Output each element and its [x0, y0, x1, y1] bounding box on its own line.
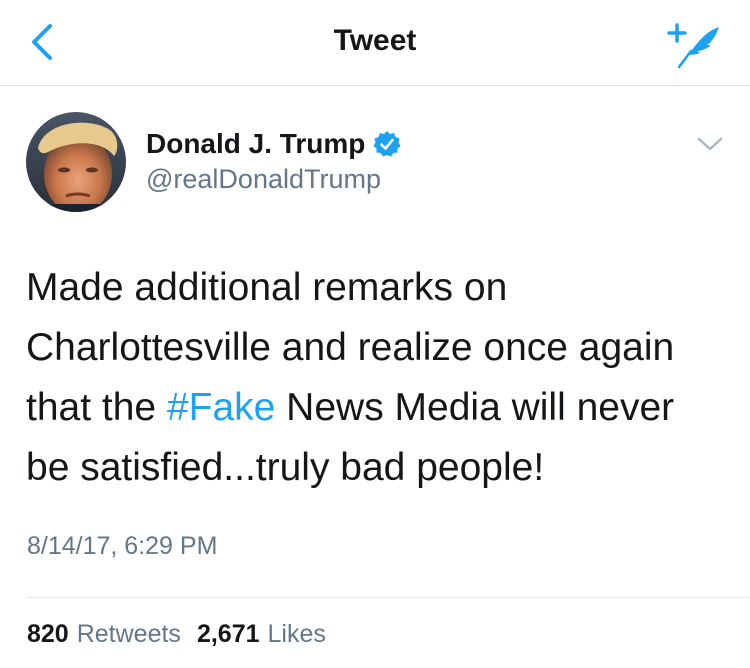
likes-label: Likes	[267, 620, 326, 648]
display-name[interactable]: Donald J. Trump	[146, 128, 365, 160]
avatar[interactable]	[26, 112, 126, 212]
retweets-label: Retweets	[76, 620, 181, 648]
user-handle[interactable]: @realDonaldTrump	[146, 164, 381, 195]
compose-tweet-button[interactable]	[666, 20, 722, 70]
chevron-down-icon	[697, 137, 723, 151]
verified-badge-icon	[373, 131, 401, 157]
likes-count: 2,671	[196, 620, 260, 648]
likes-stat[interactable]: 2,671 Likes	[197, 620, 326, 649]
hashtag-link[interactable]: #Fake	[167, 386, 275, 429]
retweets-count: 820	[27, 620, 69, 648]
tweet-text: Made additional remarks on Charlottesvil…	[26, 258, 726, 498]
page-title: Tweet	[333, 24, 417, 57]
tweet-detail-screen: Tweet Donald J. Trump @realDonaldTrump M…	[0, 0, 750, 668]
author-name-row[interactable]: Donald J. Trump	[146, 124, 401, 164]
tweet-timestamp: 8/14/17, 6:29 PM	[27, 532, 218, 560]
divider	[26, 597, 750, 598]
retweets-stat[interactable]: 820 Retweets	[27, 620, 181, 649]
tweet-options-button[interactable]	[692, 130, 728, 158]
profile-photo	[26, 112, 126, 212]
navigation-bar: Tweet	[0, 0, 750, 86]
compose-feather-icon	[667, 23, 719, 69]
tweet-stats: 820 Retweets 2,671 Likes	[27, 620, 342, 649]
